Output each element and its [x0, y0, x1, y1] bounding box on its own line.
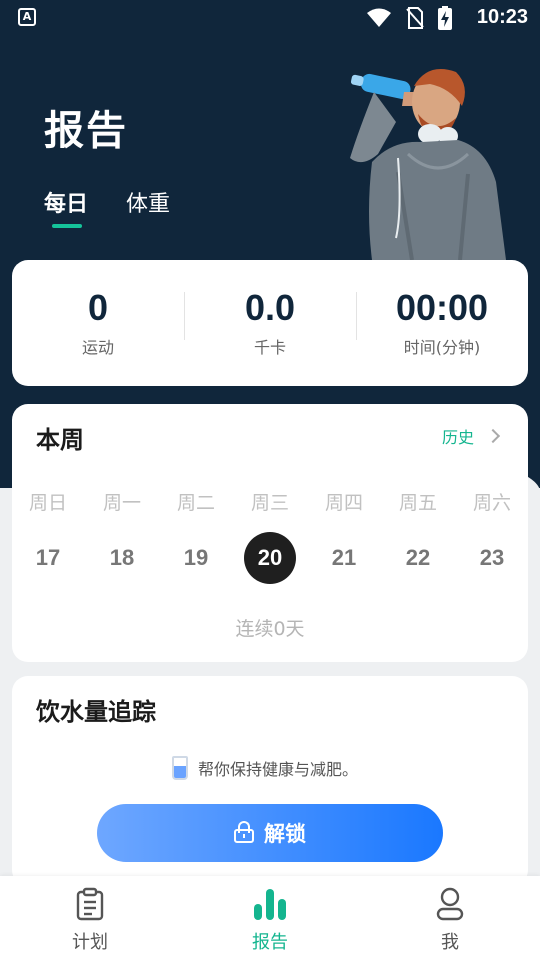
day-monday[interactable]: 周一 18 — [98, 488, 146, 584]
lock-icon — [234, 821, 254, 843]
day-date-today: 20 — [244, 532, 296, 584]
day-date: 22 — [405, 545, 431, 570]
day-name: 周一 — [102, 492, 141, 514]
day-name: 周日 — [28, 492, 67, 514]
water-tracker-card: 饮水量追踪 帮你保持健康与减肥。 解锁 — [12, 676, 528, 886]
athlete-drinking-illustration — [350, 69, 506, 260]
clipboard-icon — [76, 887, 104, 921]
history-label: 历史 — [441, 428, 474, 447]
page-title: 报告 — [44, 108, 128, 154]
stat-exercise-label: 运动 — [81, 338, 114, 357]
day-date: 19 — [183, 545, 209, 570]
water-tip: 帮你保持健康与减肥。 — [172, 756, 358, 780]
bottom-nav: 计划 报告 我 — [0, 876, 540, 960]
profile-icon — [436, 887, 464, 921]
day-tuesday[interactable]: 周二 19 — [172, 488, 220, 584]
streak-text: 连续0天 — [235, 618, 305, 640]
water-tip-text: 帮你保持健康与减肥。 — [198, 760, 359, 779]
day-wednesday[interactable]: 周三 20 — [244, 488, 296, 584]
day-saturday[interactable]: 周六 23 — [468, 488, 516, 584]
nav-me-label: 我 — [441, 932, 459, 953]
report-tabs: 每日 体重 — [44, 186, 170, 228]
no-sim-icon — [406, 7, 424, 29]
day-name: 周六 — [472, 492, 511, 514]
day-date: 18 — [109, 545, 135, 570]
tab-daily[interactable]: 每日 — [44, 186, 88, 228]
stat-calories: 0.0 千卡 — [184, 288, 356, 358]
bar-chart-icon — [254, 889, 286, 920]
day-thursday[interactable]: 周四 21 — [320, 488, 368, 584]
nav-plan-label: 计划 — [72, 932, 108, 953]
battery-charging-icon — [438, 6, 452, 30]
nav-report[interactable]: 报告 — [180, 876, 360, 960]
daily-stats-card: 0 运动 0.0 千卡 00:00 时间(分钟) — [12, 260, 528, 386]
day-sunday[interactable]: 周日 17 — [24, 488, 72, 584]
chevron-right-icon — [485, 428, 501, 444]
day-date: 21 — [331, 545, 357, 570]
day-date: 23 — [479, 545, 505, 570]
day-date: 17 — [35, 545, 61, 570]
week-days: 周日 17 周一 18 周二 19 周三 20 周四 21 周五 22 周六 2… — [12, 488, 528, 584]
nav-me[interactable]: 我 — [360, 876, 540, 960]
wifi-icon — [367, 8, 391, 27]
status-icons — [366, 6, 452, 30]
water-tracker-title: 饮水量追踪 — [36, 698, 156, 726]
day-name: 周三 — [250, 492, 289, 514]
tab-weight[interactable]: 体重 — [126, 186, 170, 218]
stat-duration-label: 时间(分钟) — [403, 338, 481, 357]
stat-calories-label: 千卡 — [253, 338, 286, 357]
app-notification-icon: A — [18, 8, 36, 26]
stat-duration: 00:00 时间(分钟) — [356, 288, 528, 358]
stat-calories-value: 0.0 — [244, 287, 296, 328]
status-bar: A 10:23 — [0, 0, 540, 36]
this-week-card: 本周 历史 周日 17 周一 18 周二 19 周三 20 周四 21 周五 2… — [12, 404, 528, 662]
history-link[interactable]: 历史 — [441, 424, 501, 448]
stat-duration-value: 00:00 — [395, 287, 489, 328]
unlock-button[interactable]: 解锁 — [97, 804, 443, 862]
day-name: 周五 — [398, 492, 437, 514]
day-name: 周四 — [324, 492, 363, 514]
unlock-label: 解锁 — [264, 822, 306, 846]
this-week-title: 本周 — [36, 426, 84, 454]
water-cup-icon — [172, 756, 188, 780]
clock: 10:23 — [476, 6, 528, 28]
nav-report-label: 报告 — [252, 932, 288, 953]
stat-exercise-value: 0 — [87, 287, 109, 328]
nav-plan[interactable]: 计划 — [0, 876, 180, 960]
day-name: 周二 — [176, 492, 215, 514]
stat-exercise: 0 运动 — [12, 288, 184, 358]
day-friday[interactable]: 周五 22 — [394, 488, 442, 584]
